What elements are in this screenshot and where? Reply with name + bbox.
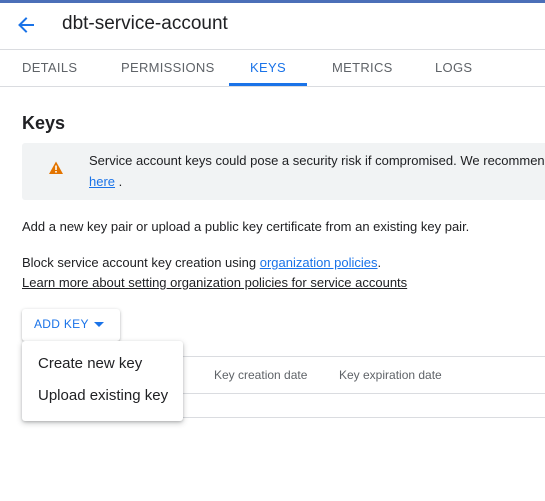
tab-permissions[interactable]: PERMISSIONS [121,50,215,87]
block-policy-suffix: . [377,255,382,270]
tab-keys[interactable]: KEYS [229,50,307,87]
warning-link-suffix: . [115,174,123,189]
active-tab-indicator [229,83,307,86]
warning-icon [49,161,63,174]
caret-down-icon [94,322,104,327]
warning-text: Service account keys could pose a securi… [89,153,545,168]
header: dbt-service-account [0,3,545,49]
tab-details[interactable]: DETAILS [22,50,77,87]
column-header-key-creation-date[interactable]: Key creation date [214,368,307,382]
column-header-key-expiration-date[interactable]: Key expiration date [339,368,442,382]
intro-text: Add a new key pair or upload a public ke… [22,219,470,234]
page-title: dbt-service-account [62,13,228,34]
menu-item-create-new-key[interactable]: Create new key [22,348,183,380]
tab-logs[interactable]: LOGS [435,50,472,87]
back-button[interactable] [12,11,40,39]
warning-link-line: here . [89,174,122,189]
learn-more-link[interactable]: Learn more about setting organization po… [22,275,407,290]
section-title: Keys [22,113,66,133]
add-key-menu: Create new key Upload existing key [22,341,183,421]
menu-item-upload-existing-key[interactable]: Upload existing key [22,380,183,412]
tab-metrics[interactable]: METRICS [332,50,393,87]
block-policy-text: Block service account key creation using [22,255,260,270]
warning-here-link[interactable]: here [89,174,115,189]
organization-policies-link[interactable]: organization policies [260,255,378,270]
arrow-back-icon [18,17,34,33]
security-warning-banner: Service account keys could pose a securi… [22,143,545,200]
add-key-label: ADD KEY [34,317,89,331]
block-policy-line: Block service account key creation using… [22,255,381,270]
add-key-button[interactable]: ADD KEY [22,309,120,341]
tab-bar: DETAILS PERMISSIONS KEYS METRICS LOGS [0,49,545,87]
page: dbt-service-account DETAILS PERMISSIONS … [0,0,545,501]
